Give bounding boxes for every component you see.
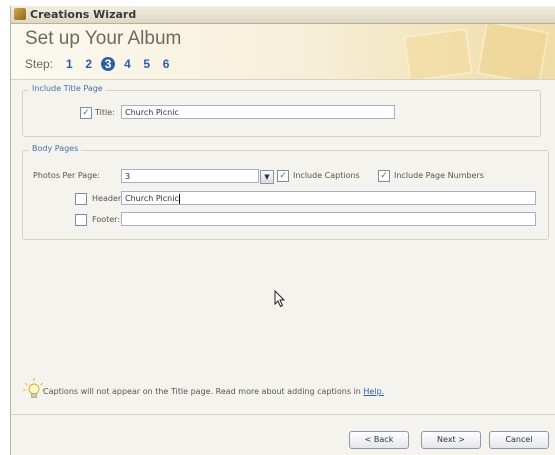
text-caret [178,193,180,204]
body-pages-group: Body Pages Photos Per Page: 3 ▼ ✓ Includ… [22,144,549,240]
header-input-value: Church Picnic [125,194,179,203]
title-page-group-label: Include Title Page [29,84,106,93]
footer-divider [11,414,555,415]
photos-per-page-select[interactable]: 3 [121,169,259,183]
step-2-link[interactable]: 2 [82,57,96,71]
footer-input[interactable] [121,212,536,226]
chevron-down-icon[interactable]: ▼ [260,170,274,184]
step-5-link[interactable]: 5 [140,57,154,71]
footer-checkbox[interactable] [75,214,87,226]
app-icon [14,8,26,20]
title-input[interactable]: Church Picnic [121,105,395,119]
lightbulb-icon [23,378,45,398]
header-input[interactable]: Church Picnic [121,191,536,205]
help-link[interactable]: Help. [363,387,384,396]
step-3-current: 3 [101,57,116,71]
step-4-link[interactable]: 4 [120,57,134,71]
cancel-button[interactable]: Cancel [489,431,549,449]
step-6-link[interactable]: 6 [159,57,173,71]
title-label: Title: [95,108,115,117]
title-checkbox[interactable]: ✓ [80,107,92,119]
step-indicator: Step: 1 2 3 4 5 6 [25,57,175,71]
next-button[interactable]: Next > [421,431,481,449]
back-button[interactable]: < Back [349,431,409,449]
wizard-window: Creations Wizard Set up Your Album Step:… [10,6,555,455]
include-captions-checkbox[interactable]: ✓ [277,170,289,182]
include-captions-label: Include Captions [293,171,360,180]
mouse-cursor-icon [274,290,286,308]
body-pages-group-label: Body Pages [29,144,82,153]
header-label: Header: [92,194,124,203]
header-checkbox[interactable] [75,193,87,205]
photos-per-page-label: Photos Per Page: [33,171,100,180]
step-label: Step: [25,57,54,71]
header-photo-decoration [476,24,550,79]
title-page-group: Include Title Page ✓ Title: Church Picni… [22,84,541,137]
step-1-link[interactable]: 1 [62,57,76,71]
wizard-header: Set up Your Album Step: 1 2 3 4 5 6 [11,24,555,80]
title-bar: Creations Wizard [11,6,555,24]
tip-message: Captions will not appear on the Title pa… [43,387,384,396]
footer-label: Footer: [92,215,121,224]
page-title: Set up Your Album [25,28,182,49]
include-page-numbers-label: Include Page Numbers [394,171,484,180]
header-photo-decoration [403,27,473,79]
window-title: Creations Wizard [30,8,137,21]
tip-text: Captions will not appear on the Title pa… [43,387,364,396]
include-page-numbers-checkbox[interactable]: ✓ [378,170,390,182]
